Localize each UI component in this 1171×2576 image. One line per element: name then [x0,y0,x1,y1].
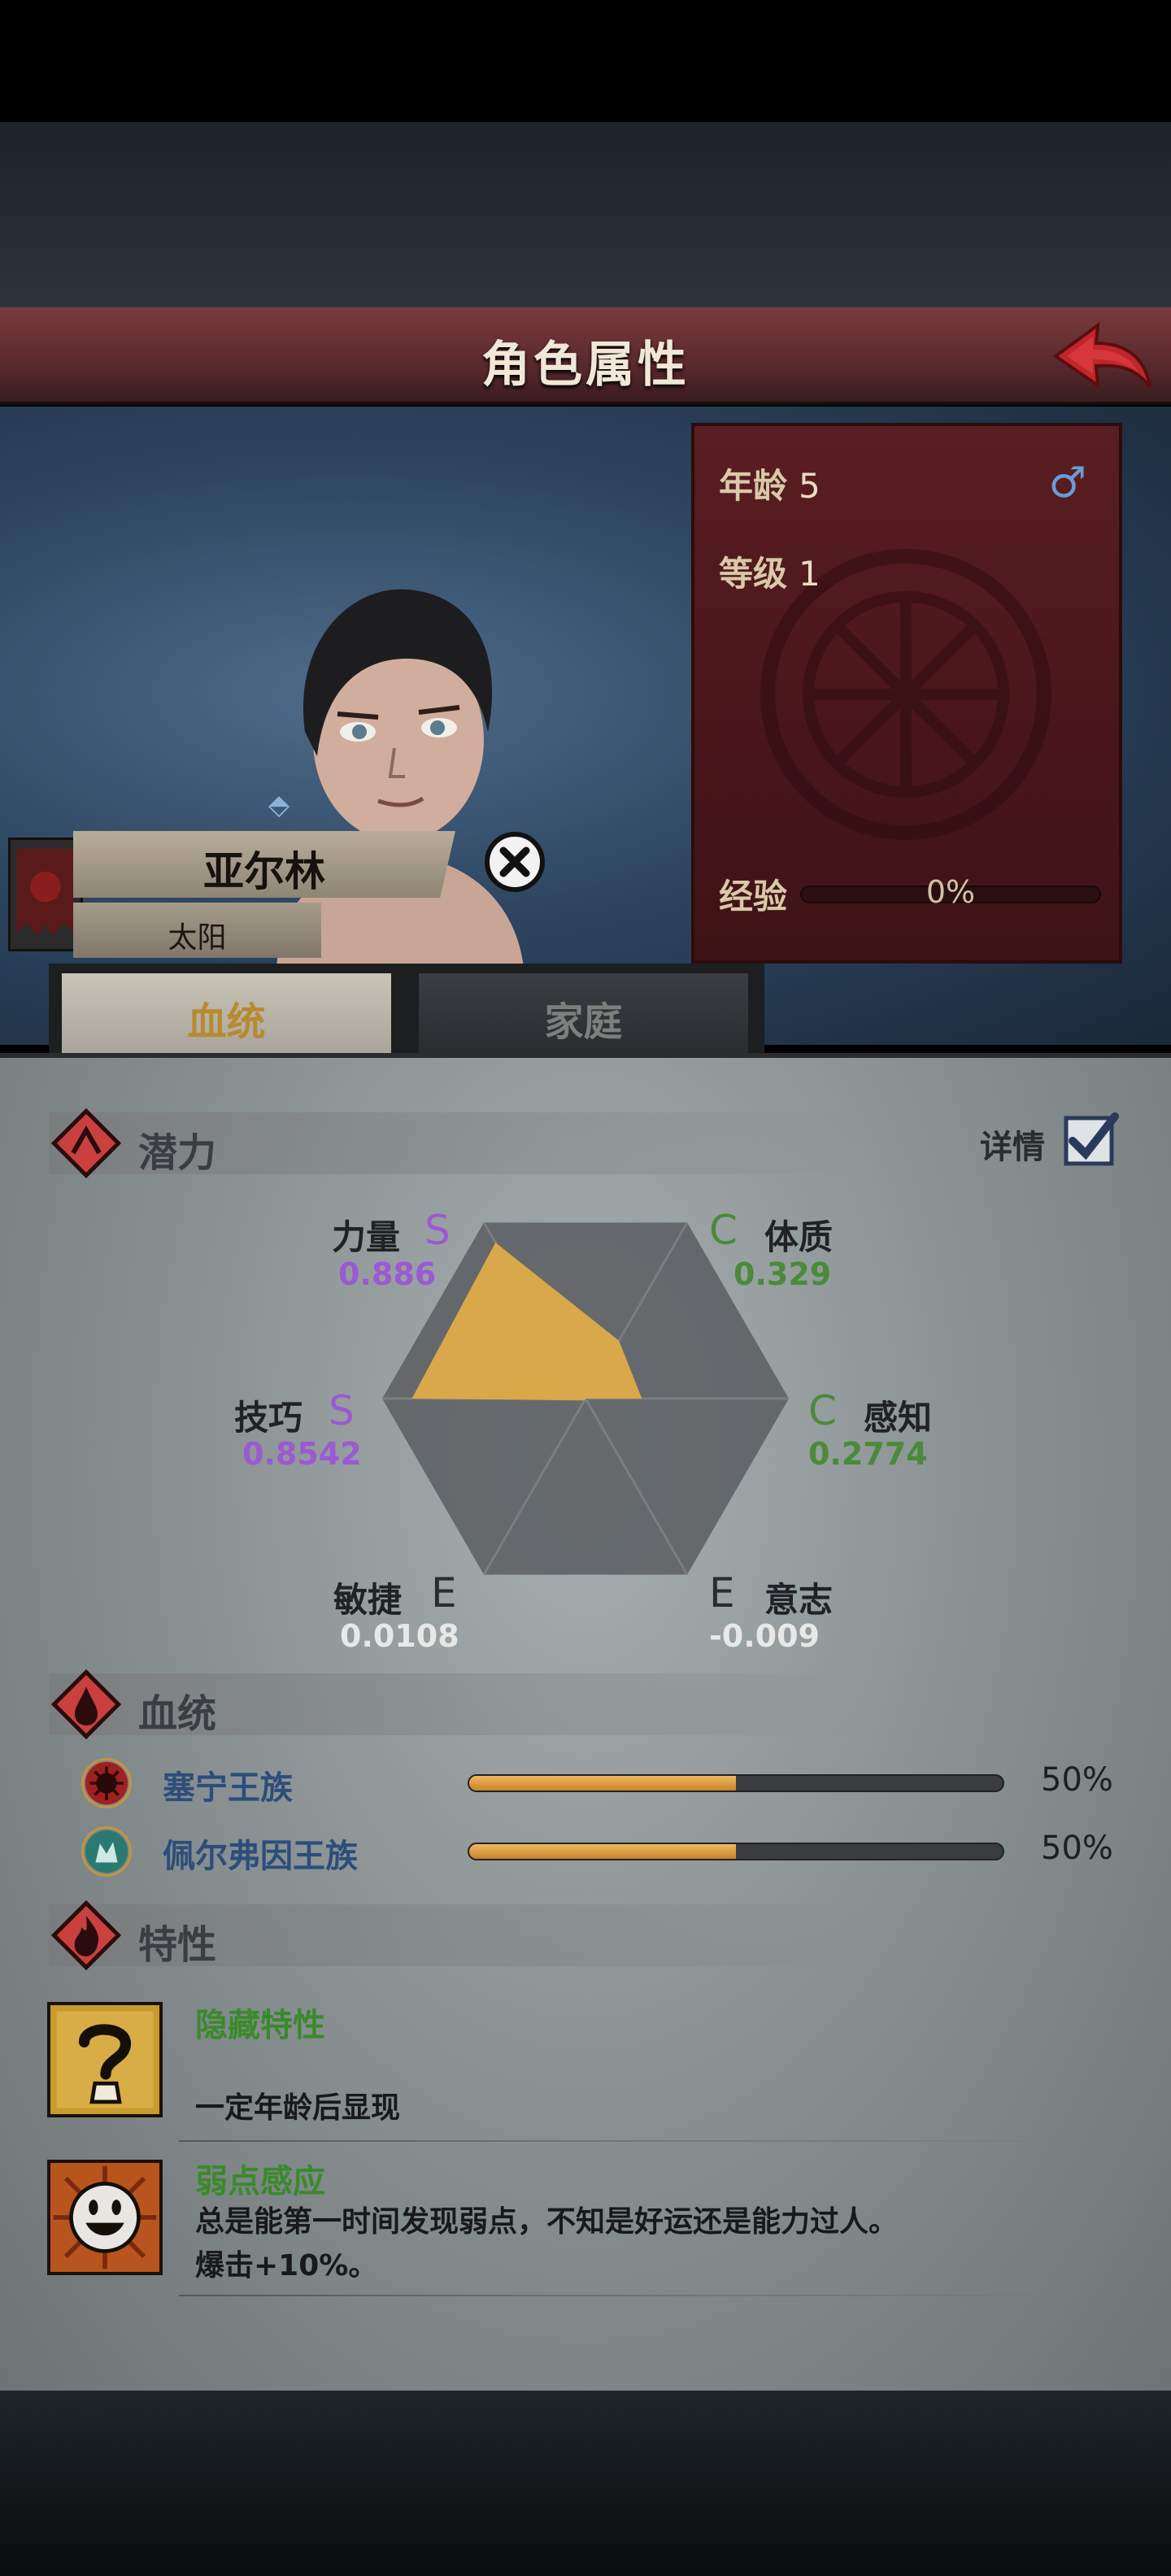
age-label: 年龄 [719,466,788,506]
bloodline-percent: 50% [1041,1761,1113,1799]
age-value: 5 [799,466,821,506]
pelfoin-crest-icon [81,1826,132,1877]
exp-label: 经验 [719,877,788,916]
tab-family[interactable]: 家庭 [419,973,748,1053]
radar-attribute-value: -0.009 [709,1618,820,1654]
top-letterbox [0,0,1171,122]
back-arrow-icon[interactable] [1049,315,1155,397]
title-plaque: 太阳 [73,903,321,958]
stats-panel: 年龄 5 ♂ 等级 1 经验 0% [691,423,1122,964]
name-plaque: 亚尔林 [73,831,455,898]
sening-crest-icon [81,1758,132,1808]
character-title: 太阳 [168,921,227,955]
radar-attribute-name: 敏捷 [333,1580,403,1620]
radar-attribute-grade: S [329,1387,355,1434]
radar-attribute-name: 技巧 [234,1398,303,1438]
bloodline-title: 血统 [138,1691,217,1737]
bloodline-row: 塞宁王族 50% [81,1758,1122,1808]
trait-divider [179,2295,1073,2296]
exp-progress-bar: 0% [800,874,1101,910]
bottom-letterbox [0,2391,1171,2576]
blood-drop-icon [50,1669,122,1740]
bloodline-row: 佩尔弗因王族 50% [81,1826,1122,1877]
radar-attribute-value: 0.2774 [808,1436,928,1472]
flame-icon [50,1899,122,1971]
tab-bloodline[interactable]: 血统 [62,973,391,1053]
radar-attribute-grade: E [709,1569,735,1617]
bloodline-name: 塞宁王族 [163,1769,293,1807]
radar-attribute-grade: S [424,1207,451,1254]
rank-icon: ⬘ [268,789,290,821]
level-row: 等级 1 [719,546,821,596]
question-mark-icon[interactable] [47,2002,163,2117]
trait-name: 隐藏特性 [195,2007,325,2044]
house-banner-icon [8,838,83,951]
potential-title: 潜力 [138,1130,217,1176]
details-checkbox[interactable] [1061,1110,1120,1168]
header-background [0,122,1171,309]
bloodline-fill [469,1776,736,1791]
radar-attribute-grade: C [808,1387,837,1434]
trait-description: 总是能第一时间发现弱点，不知是好运还是能力过人。 [195,2205,899,2239]
radar-attribute-grade: E [431,1569,457,1617]
page-title: 角色属性 [481,337,690,394]
level-value: 1 [799,554,821,594]
grin-face-icon[interactable] [47,2160,163,2275]
radar-attribute-name: 体质 [764,1217,834,1257]
trait-description: 爆击+10%。 [195,2249,378,2282]
radar-attribute-name: 感知 [864,1398,933,1438]
level-label: 等级 [719,554,788,594]
radar-attribute-value: 0.329 [734,1256,832,1292]
details-label: 详情 [980,1129,1045,1166]
potential-section-header: 潜力 [49,1107,862,1179]
exp-percent: 0% [925,874,976,910]
traits-title: 特性 [138,1922,217,1968]
age-row: 年龄 5 [719,459,821,508]
trait-divider [179,2140,1073,2142]
character-name: 亚尔林 [203,848,325,895]
trait-description: 一定年龄后显现 [195,2091,401,2125]
bloodline-name: 佩尔弗因王族 [163,1838,358,1875]
bloodline-percent: 50% [1041,1830,1113,1867]
traits-section-header: 特性 [49,1899,862,1971]
radar-attribute-grade: C [709,1207,738,1254]
trait-name: 弱点感应 [195,2163,325,2200]
radar-attribute-name: 力量 [332,1217,401,1257]
tab-bloodline-label: 血统 [187,999,266,1045]
male-gender-icon: ♂ [1048,459,1086,507]
potential-icon [50,1107,122,1179]
tab-bar: 血统 家庭 [49,964,764,1053]
bloodline-fill [469,1844,736,1859]
radar-attribute-value: 0.886 [338,1256,437,1292]
close-icon[interactable] [484,831,546,893]
bloodline-bar [468,1843,1004,1860]
radar-attribute-value: 0.0108 [340,1618,459,1654]
tab-family-label: 家庭 [544,999,623,1045]
title-bar: 角色属性 [0,307,1171,405]
radar-attribute-value: 0.8542 [242,1436,362,1472]
bloodline-section-header: 血统 [49,1669,862,1740]
radar-attribute-name: 意志 [764,1580,834,1620]
bloodline-bar [468,1774,1004,1792]
